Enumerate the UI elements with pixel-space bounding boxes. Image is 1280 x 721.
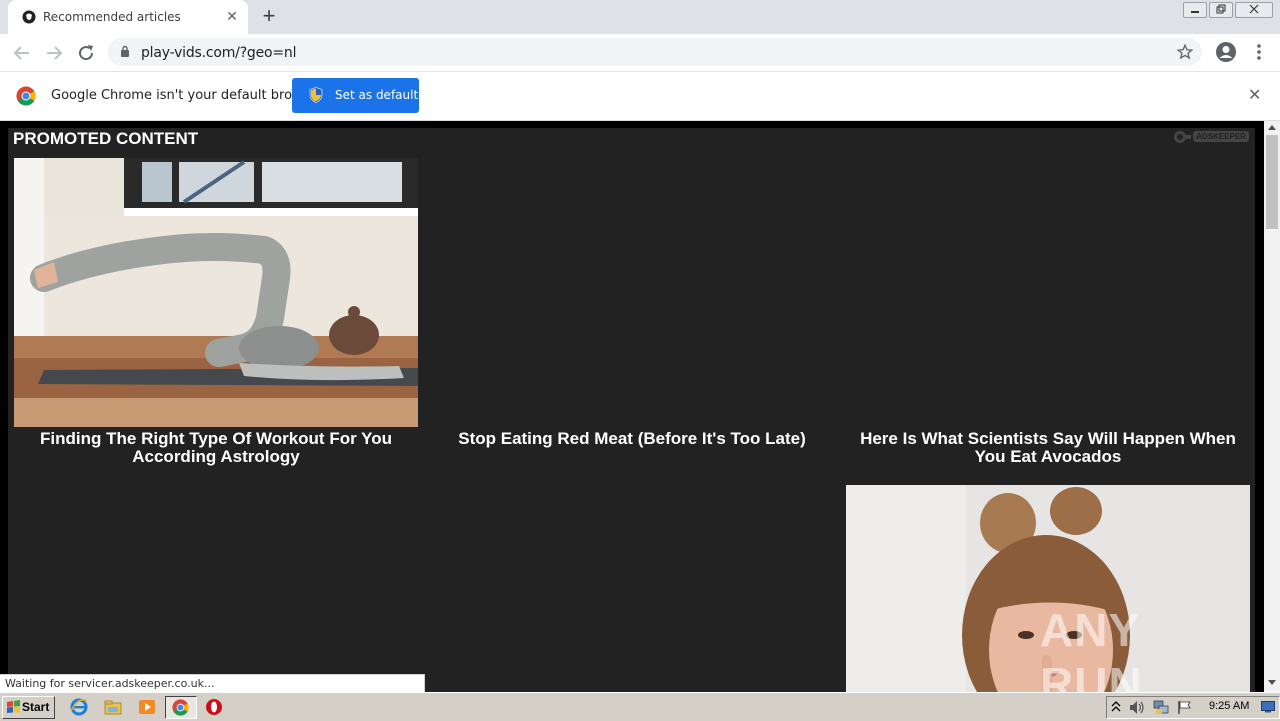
- article-image-hair-buns[interactable]: ANY RUN: [846, 485, 1250, 692]
- opera-icon[interactable]: [205, 698, 223, 716]
- file-explorer-icon[interactable]: [104, 698, 122, 716]
- restore-icon: [1216, 4, 1226, 14]
- infobar-message: Google Chrome isn't your default browser: [51, 88, 323, 103]
- set-as-default-label: Set as default: [335, 88, 419, 102]
- article-title-2[interactable]: Stop Eating Red Meat (Before It's Too La…: [430, 430, 834, 448]
- windows-flag-icon: [7, 700, 20, 713]
- status-bubble: Waiting for servicer.adskeeper.co.uk...: [0, 674, 425, 694]
- media-player-icon[interactable]: [138, 698, 156, 716]
- start-label: Start: [22, 700, 50, 714]
- scroll-down-arrow-icon[interactable]: [1268, 680, 1276, 686]
- article-image-placeholder-5[interactable]: [430, 485, 834, 692]
- taskbar-chrome-icon: [172, 699, 189, 716]
- close-window-icon: [1249, 4, 1259, 14]
- tab-title: Recommended articles: [43, 10, 181, 24]
- site-favicon-icon: [22, 10, 36, 24]
- minimize-button[interactable]: [1183, 2, 1207, 18]
- promoted-content-widget: PROMOTED CONTENT ADSKEEPER Finding The R…: [8, 128, 1255, 692]
- default-browser-infobar: Google Chrome isn't your default browser…: [0, 72, 1280, 121]
- profile-avatar-icon[interactable]: [1215, 41, 1237, 63]
- action-center-flag-icon[interactable]: [1177, 700, 1193, 715]
- scrollbar-thumb[interactable]: [1266, 135, 1278, 229]
- article-image-placeholder-3[interactable]: [846, 158, 1250, 427]
- lock-icon[interactable]: [120, 45, 130, 58]
- adskeeper-brand-text: ADSKEEPER: [1193, 131, 1249, 143]
- article-image-placeholder-2[interactable]: [430, 158, 834, 427]
- uac-shield-icon: [309, 87, 323, 103]
- network-icon[interactable]: [1153, 700, 1169, 715]
- reload-icon[interactable]: [74, 41, 98, 65]
- article-title-1[interactable]: Finding The Right Type Of Workout For Yo…: [14, 430, 418, 466]
- page-scrollbar[interactable]: [1264, 121, 1280, 692]
- show-desktop-icon[interactable]: [1261, 701, 1275, 713]
- anyrun-watermark: ANY RUN: [1040, 603, 1250, 692]
- minimize-icon: [1191, 11, 1199, 13]
- back-icon[interactable]: [10, 41, 34, 65]
- chrome-logo-icon: [16, 86, 36, 106]
- taskbar-chrome-button[interactable]: [165, 696, 197, 719]
- anyrun-watermark-text: ANY RUN: [1040, 604, 1143, 692]
- status-text: Waiting for servicer.adskeeper.co.uk...: [5, 677, 215, 690]
- browser-toolbar: play-vids.com/?geo=nl: [0, 34, 1280, 72]
- page-viewport: PROMOTED CONTENT ADSKEEPER Finding The R…: [0, 121, 1264, 692]
- tab-close-icon[interactable]: ✕: [224, 8, 240, 24]
- set-as-default-button[interactable]: Set as default: [292, 78, 419, 113]
- article-title-3[interactable]: Here Is What Scientists Say Will Happen …: [846, 430, 1250, 466]
- start-button[interactable]: Start: [2, 696, 55, 719]
- article-image-workout[interactable]: [14, 158, 418, 427]
- adskeeper-logo[interactable]: ADSKEEPER: [1173, 130, 1249, 144]
- tab-strip: Recommended articles ✕ +: [0, 0, 1280, 34]
- yoga-photo: [14, 158, 418, 427]
- tab-recommended-articles[interactable]: Recommended articles ✕: [8, 0, 248, 34]
- address-bar[interactable]: play-vids.com/?geo=nl: [108, 38, 1202, 66]
- kebab-menu-icon[interactable]: [1251, 43, 1267, 61]
- forward-icon[interactable]: [42, 41, 66, 65]
- scroll-up-arrow-icon[interactable]: [1268, 124, 1276, 130]
- restore-button[interactable]: [1209, 2, 1233, 18]
- adskeeper-key-icon: [1173, 131, 1191, 143]
- internet-explorer-icon[interactable]: [70, 698, 88, 716]
- new-tab-icon[interactable]: +: [258, 5, 280, 28]
- infobar-close-icon[interactable]: ✕: [1248, 88, 1261, 104]
- tray-expand-icon[interactable]: [1111, 701, 1121, 713]
- close-window-button[interactable]: [1235, 2, 1273, 18]
- article-image-placeholder-4[interactable]: [14, 485, 418, 692]
- volume-icon[interactable]: [1129, 700, 1145, 715]
- windows-taskbar: Start 9:25 AM: [0, 692, 1280, 721]
- url-text[interactable]: play-vids.com/?geo=nl: [141, 45, 296, 61]
- bookmark-star-icon[interactable]: [1176, 43, 1194, 61]
- system-tray: 9:25 AM: [1106, 696, 1280, 719]
- promoted-content-title: PROMOTED CONTENT: [13, 129, 199, 148]
- taskbar-clock[interactable]: 9:25 AM: [1209, 700, 1249, 712]
